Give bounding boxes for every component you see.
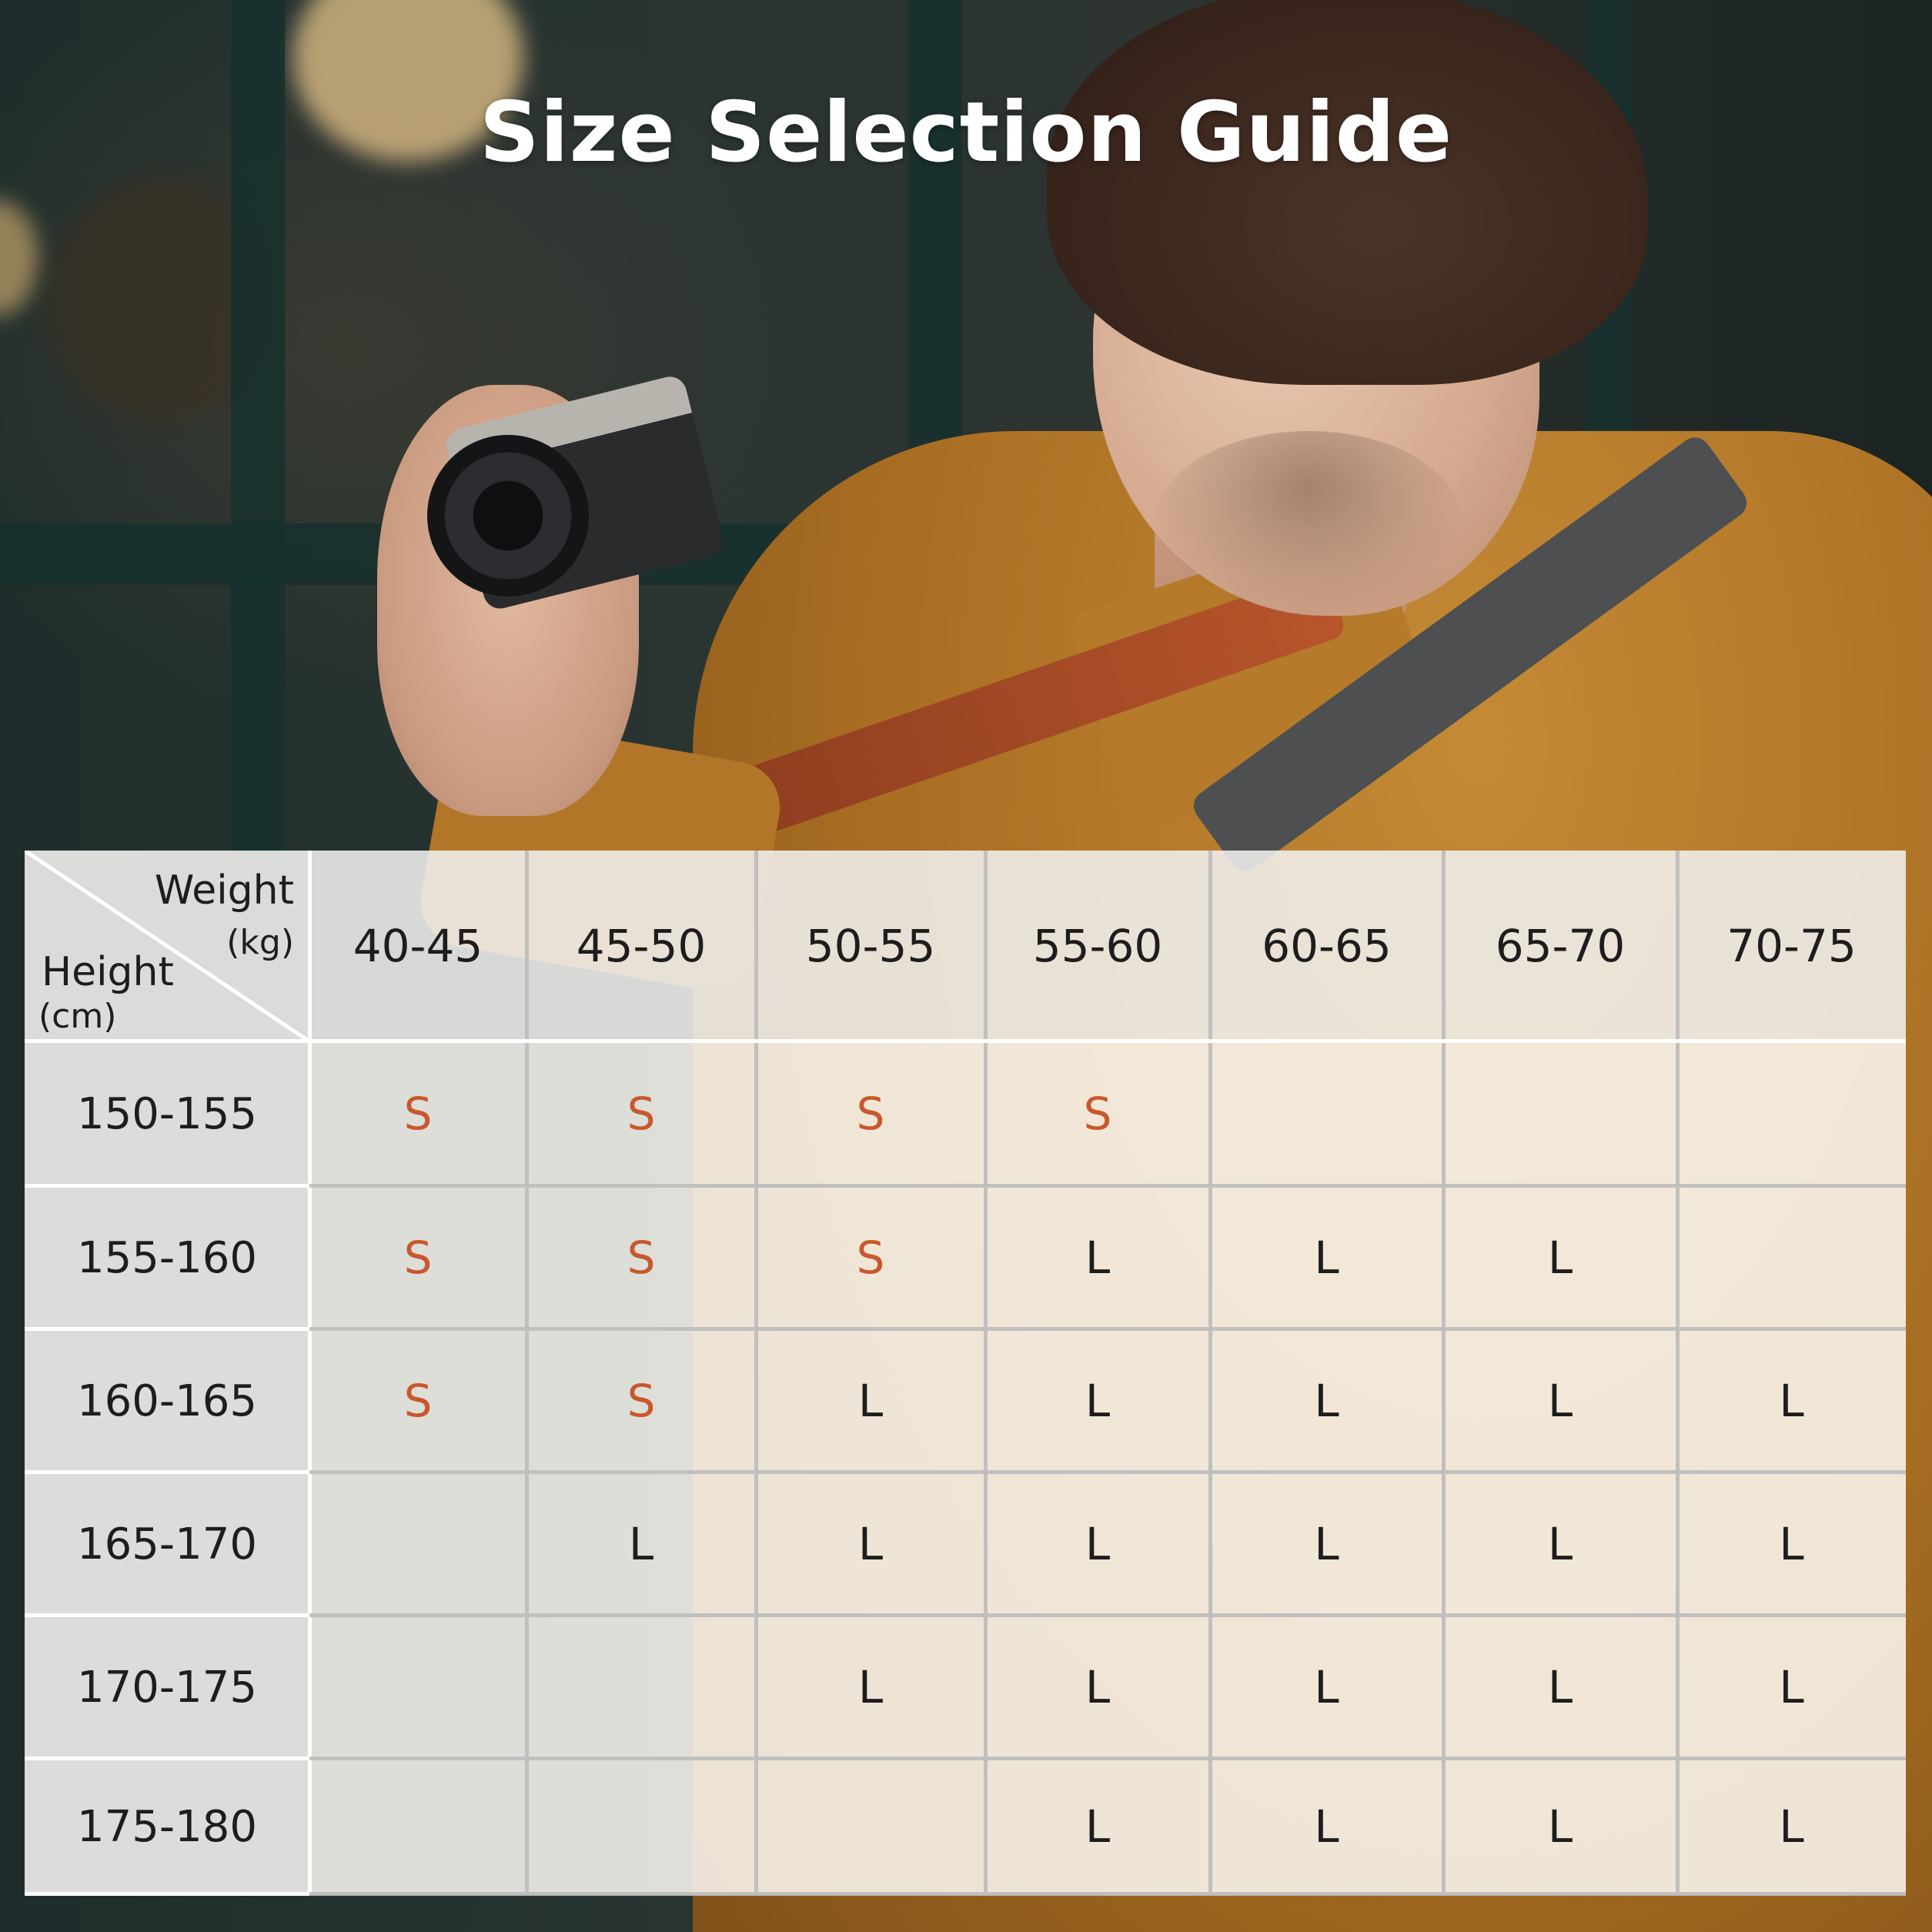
size-cell: L [1443,1472,1677,1616]
size-cell: S [985,1041,1210,1186]
size-cell: L [1210,1616,1443,1759]
height-range-label: 155-160 [25,1186,309,1329]
size-cell: L [1677,1329,1906,1472]
size-cell: S [526,1329,756,1472]
size-cell: L [985,1186,1210,1329]
size-cell: L [1210,1329,1443,1472]
size-cell [1677,1186,1906,1329]
weight-range-header: 60-65 [1210,851,1443,1041]
size-cell: L [985,1759,1210,1894]
size-cell: S [526,1186,756,1329]
size-cell: S [309,1329,526,1472]
size-cell: L [756,1616,985,1759]
size-cell: L [1677,1472,1906,1616]
table-column-divider [308,851,312,1894]
size-cell: L [1210,1472,1443,1616]
table-row-divider-left [25,1892,309,1896]
size-cell: L [756,1472,985,1616]
size-cell: L [1443,1329,1677,1472]
size-cell: L [526,1472,756,1616]
camera-lens [427,435,589,597]
table-column-divider [984,851,988,1894]
table-column-divider [754,851,758,1894]
size-cell: S [756,1186,985,1329]
size-cell [309,1472,526,1616]
weight-range-header: 45-50 [526,851,756,1041]
size-cell: L [1677,1616,1906,1759]
height-range-label: 165-170 [25,1472,309,1616]
size-cell: L [1443,1186,1677,1329]
size-cell: L [756,1329,985,1472]
size-cell: S [756,1041,985,1186]
size-cell [526,1616,756,1759]
weight-range-header: 55-60 [985,851,1210,1041]
size-cell: L [1443,1759,1677,1894]
size-cell: L [1443,1616,1677,1759]
size-cell: L [985,1472,1210,1616]
table-row-divider-left [25,1184,309,1188]
table-corner-header: Weight (kg) Height (cm) [25,851,309,1041]
size-cell: S [309,1186,526,1329]
size-cell: L [985,1329,1210,1472]
size-cell [309,1759,526,1894]
size-cell: S [309,1041,526,1186]
table-row-divider-left [25,1613,309,1617]
height-range-label: 170-175 [25,1616,309,1759]
weight-axis-label: Weight [154,867,294,914]
size-cell [526,1759,756,1894]
table-row-divider-left [25,1757,309,1760]
weight-range-header: 65-70 [1443,851,1677,1041]
table-row-divider-left [25,1470,309,1474]
height-range-label: 160-165 [25,1329,309,1472]
weight-range-header: 70-75 [1677,851,1906,1041]
person-hair [1047,0,1647,385]
size-cell: L [1210,1186,1443,1329]
weight-range-header: 50-55 [756,851,985,1041]
table-column-divider [1442,851,1446,1894]
person-beard [1155,431,1462,616]
height-unit-label: (cm) [38,997,117,1036]
page-title: Size Selection Guide [479,85,1453,181]
table-column-divider [525,851,529,1894]
size-cell: L [1210,1759,1443,1894]
height-range-label: 150-155 [25,1041,309,1186]
size-cell: S [526,1041,756,1186]
table-column-divider [1208,851,1212,1894]
size-cell [756,1759,985,1894]
size-chart-table: Weight (kg) Height (cm) 40-45 45-50 50-55 55-60… [25,851,1906,1896]
size-cell [1677,1041,1906,1186]
size-cell [1210,1041,1443,1186]
height-range-label: 175-180 [25,1759,309,1894]
table-column-divider [1676,851,1680,1894]
weight-unit-label: (kg) [226,923,294,962]
size-cell: L [1677,1759,1906,1894]
table-row-divider [25,1039,1906,1043]
weight-range-header: 40-45 [309,851,526,1041]
size-cell [1443,1041,1677,1186]
table-row-divider-left [25,1327,309,1331]
size-cell: L [985,1616,1210,1759]
height-axis-label: Height [42,949,174,995]
size-cell [309,1616,526,1759]
